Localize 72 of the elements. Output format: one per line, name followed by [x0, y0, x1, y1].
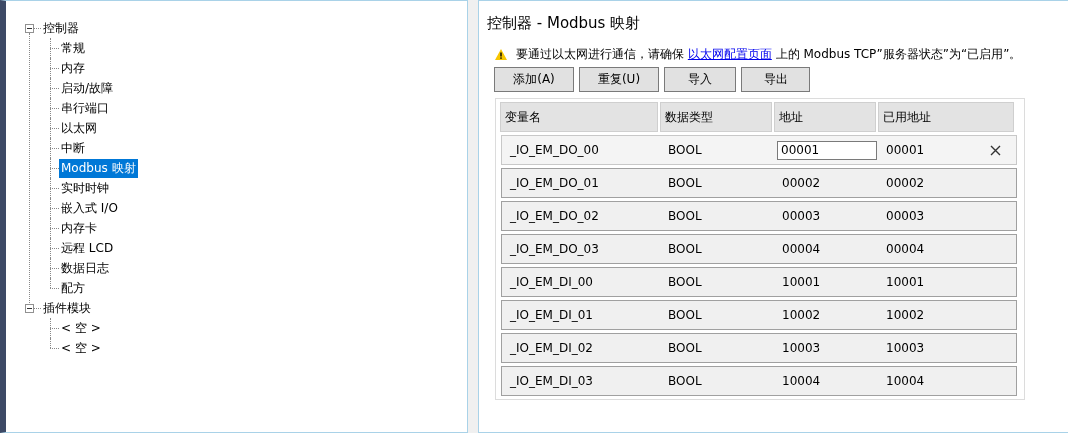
warning-icon: [495, 48, 507, 60]
panel-title: 控制器 - Modbus 映射: [487, 14, 641, 33]
variable-name: _IO_EM_DO_02: [509, 209, 600, 223]
used-address: 00003: [885, 209, 926, 223]
used-address: 00001: [885, 143, 926, 157]
address: 10001: [781, 275, 822, 289]
data-type: BOOL: [667, 341, 703, 355]
table-row[interactable]: _IO_EM_DO_01 BOOL 00002 00002: [501, 168, 1017, 198]
tree-item[interactable]: < 空 >: [59, 338, 103, 358]
table-row[interactable]: _IO_EM_DO_03 BOOL 00004 00004: [501, 234, 1017, 264]
tree-item[interactable]: 配方: [59, 278, 87, 298]
used-address: 00002: [885, 176, 926, 190]
variable-name: _IO_EM_DI_02: [509, 341, 594, 355]
collapse-icon[interactable]: [25, 23, 34, 33]
used-address: 10002: [885, 308, 926, 322]
tree-item[interactable]: 控制器: [41, 18, 81, 38]
tree-item[interactable]: 嵌入式 I/O: [59, 198, 120, 218]
address: 10004: [781, 374, 822, 388]
tree-item[interactable]: 远程 LCD: [59, 238, 116, 258]
delete-icon[interactable]: [990, 144, 1001, 156]
variable-name: _IO_EM_DO_03: [509, 242, 600, 256]
used-address: 10001: [885, 275, 926, 289]
table-row[interactable]: _IO_EM_DI_00 BOOL 10001 10001: [501, 267, 1017, 297]
column-header[interactable]: 变量名: [500, 102, 658, 132]
tree-item[interactable]: 以太网: [59, 118, 99, 138]
tree-item[interactable]: 内存: [59, 58, 87, 78]
ethernet-config-link[interactable]: 以太网配置页面: [687, 46, 772, 61]
tree-item[interactable]: 中断: [59, 138, 87, 158]
variable-name: _IO_EM_DO_01: [509, 176, 600, 190]
data-type: BOOL: [667, 374, 703, 388]
duplicate-button[interactable]: 重复(U): [579, 67, 659, 92]
tree-item[interactable]: 数据日志: [59, 258, 111, 278]
address: 00004: [781, 242, 822, 256]
address: 10002: [781, 308, 822, 322]
tree-item[interactable]: 实时时钟: [59, 178, 111, 198]
column-header[interactable]: 已用地址: [878, 102, 1014, 132]
tree-item[interactable]: 启动/故障: [59, 78, 116, 98]
table-row[interactable]: _IO_EM_DI_01 BOOL 10002 10002: [501, 300, 1017, 330]
add-button[interactable]: 添加(A): [494, 67, 574, 92]
tree-item[interactable]: Modbus 映射: [59, 158, 138, 178]
address: 00002: [781, 176, 822, 190]
collapse-icon[interactable]: [25, 303, 34, 313]
data-type: BOOL: [667, 242, 703, 256]
table-row[interactable]: _IO_EM_DI_03 BOOL 10004 10004: [501, 366, 1017, 396]
table-row[interactable]: _IO_EM_DO_02 BOOL 00003 00003: [501, 201, 1017, 231]
export-button[interactable]: 导出: [741, 67, 810, 92]
variable-name: _IO_EM_DO_00: [509, 143, 600, 157]
table-row[interactable]: _IO_EM_DI_02 BOOL 10003 10003: [501, 333, 1017, 363]
import-button[interactable]: 导入: [664, 67, 736, 92]
used-address: 00004: [885, 242, 926, 256]
variable-name: _IO_EM_DI_01: [509, 308, 594, 322]
data-type: BOOL: [667, 143, 703, 157]
data-type: BOOL: [667, 275, 703, 289]
address: 10003: [781, 341, 822, 355]
tree-item[interactable]: 常规: [59, 38, 87, 58]
data-type: BOOL: [667, 209, 703, 223]
tree-item[interactable]: 内存卡: [59, 218, 99, 238]
address-field[interactable]: 00001: [777, 140, 877, 160]
variable-name: _IO_EM_DI_03: [509, 374, 594, 388]
used-address: 10004: [885, 374, 926, 388]
tree-item[interactable]: 串行端口: [59, 98, 111, 118]
column-header[interactable]: 数据类型: [660, 102, 772, 132]
tree-item[interactable]: 插件模块: [41, 298, 93, 318]
tree-item[interactable]: < 空 >: [59, 318, 103, 338]
variable-name: _IO_EM_DI_00: [509, 275, 594, 289]
table-row[interactable]: _IO_EM_DO_00 BOOL 00001 00001: [501, 135, 1017, 165]
notice-text: 要通过以太网进行通信，请确保 以太网配置页面 上的 Modbus TCP”服务器状态”为“已启用”。: [516, 45, 1022, 63]
data-type: BOOL: [667, 308, 703, 322]
address: 00003: [781, 209, 822, 223]
column-header[interactable]: 地址: [774, 102, 876, 132]
used-address: 10003: [885, 341, 926, 355]
data-type: BOOL: [667, 176, 703, 190]
